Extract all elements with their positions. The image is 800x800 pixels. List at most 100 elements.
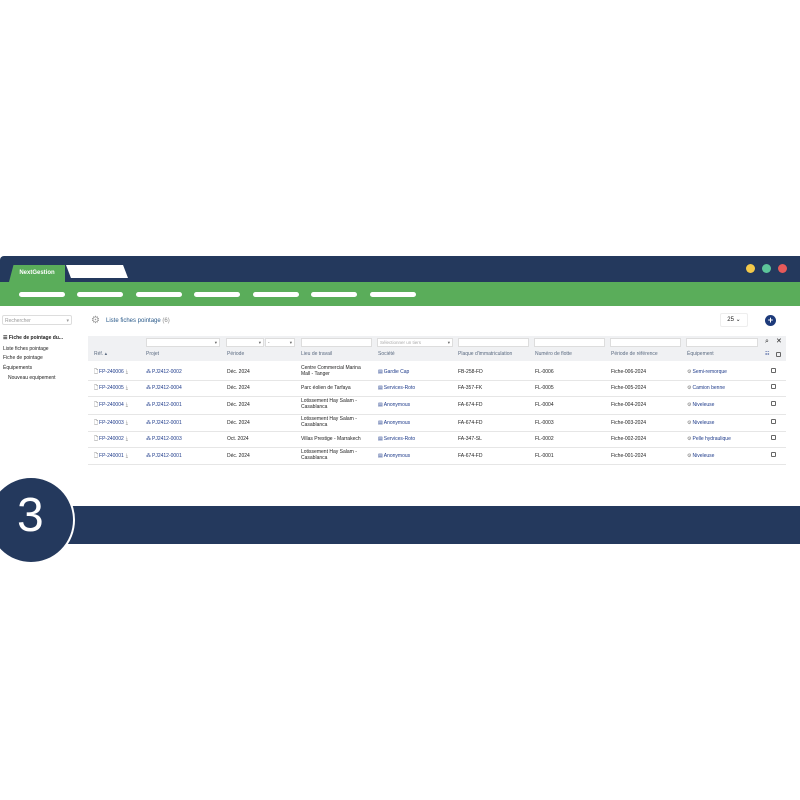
menu-item-7[interactable] [370, 292, 416, 297]
building-icon: ▤ [378, 452, 383, 459]
filter-flotte-input[interactable] [534, 338, 605, 347]
page-size-select[interactable]: 25 ⌄ [720, 313, 748, 327]
projet-link: PJ2412-0004 [152, 385, 182, 391]
filter-societe-select[interactable]: Sélectionner un tiers ▾ [377, 338, 453, 347]
lieu-cell: Lotissement Hay Salam - Casablanca [301, 398, 357, 410]
societe-link: Services-Roto [383, 436, 416, 442]
menu-item-5[interactable] [253, 292, 299, 297]
filter-projet-input[interactable]: ▾ [146, 338, 220, 347]
window-minimize-dot[interactable] [746, 264, 755, 273]
row-checkbox[interactable] [771, 401, 776, 406]
row-checkbox[interactable] [771, 384, 776, 389]
download-icon[interactable]: ⤓ [126, 369, 128, 375]
table-row[interactable] [88, 414, 786, 432]
flotte-cell: FL-0006 [535, 369, 554, 375]
sidebar-item-nouveau-equipement[interactable]: Nouveau equipement [8, 375, 56, 381]
table-row[interactable] [88, 447, 786, 465]
select-all-checkbox[interactable] [776, 352, 781, 357]
equipement-cell[interactable]: ⚙Semi-remorque [687, 369, 727, 375]
dash-text: - [268, 340, 270, 345]
equipement-link: Niveleuse [692, 419, 715, 426]
column-list-icon[interactable]: ☷ [765, 351, 769, 357]
menu-item-3[interactable] [136, 292, 182, 297]
menu-item-1[interactable] [19, 292, 65, 297]
equipement-cell[interactable]: ⚙Niveleuse [687, 420, 714, 426]
tab-nextgestion[interactable]: NextGestion [9, 265, 65, 282]
filter-plaque-input[interactable] [458, 338, 529, 347]
table-row[interactable] [88, 380, 786, 397]
sidebar-item-fiche-pointage[interactable]: Fiche de pointage [3, 355, 43, 361]
lieu-line-2: Mall - Tanger [301, 371, 330, 377]
filter-ref-periode-input[interactable] [610, 338, 681, 347]
ref-cell[interactable]: 🗋FP-240004 ⤓ [94, 402, 129, 408]
societe-cell[interactable]: ▤Anonymous [378, 402, 410, 408]
column-header-plaque[interactable]: Plaque d'immatriculation [458, 351, 512, 357]
projet-cell[interactable]: ⁂PJ2412-0002 [146, 369, 182, 375]
download-icon[interactable]: ⤓ [126, 385, 128, 391]
row-checkbox[interactable] [771, 451, 776, 457]
ref-periode-cell: Fiche-004-2024 [611, 402, 646, 408]
file-icon: 🗋 [94, 452, 99, 459]
equipement-cell[interactable]: ⚙Pelle hydraulique [687, 436, 731, 442]
societe-cell[interactable]: ▤Anonymous [378, 453, 410, 459]
ref-cell[interactable]: 🗋FP-240001 ⤓ [94, 453, 129, 459]
column-header-societe[interactable]: Société [378, 351, 395, 357]
add-button[interactable]: + [765, 315, 776, 326]
window-close-dot[interactable] [778, 264, 787, 273]
column-header-projet[interactable]: Projet [146, 351, 159, 357]
ref-cell[interactable]: 🗋FP-240005 ⤓ [94, 385, 129, 391]
column-header-flotte[interactable]: Numéro de flotte [535, 351, 572, 357]
project-icon: ⁂ [146, 385, 151, 391]
equipement-cell[interactable]: ⚙Niveleuse [687, 453, 714, 459]
column-header-ref[interactable]: Réf. ▴ [94, 351, 107, 357]
ref-link: FP-240006 [99, 368, 124, 375]
table-row[interactable] [88, 396, 786, 415]
menu-item-2[interactable] [77, 292, 123, 297]
download-icon[interactable]: ⤓ [126, 436, 128, 442]
equipement-cell[interactable]: ⚙Camion benne [687, 385, 725, 391]
row-checkbox[interactable] [771, 367, 776, 373]
download-icon[interactable]: ⤓ [126, 420, 128, 426]
sidebar-item-fiche-pointage-du[interactable]: ☰ Fiche de pointage du... [3, 335, 63, 341]
filter-lieu-input[interactable] [301, 338, 372, 347]
download-icon[interactable]: ⤓ [126, 402, 128, 408]
ref-cell[interactable]: 🗋FP-240003 ⤓ [94, 420, 129, 426]
societe-cell[interactable]: ▤Gardie Cap [378, 369, 409, 375]
window-maximize-dot[interactable] [762, 264, 771, 273]
projet-cell[interactable]: ⁂PJ2412-0001 [146, 402, 182, 408]
project-icon: ⁂ [146, 419, 151, 426]
ref-cell[interactable]: 🗋FP-240006 ⤓ [94, 369, 129, 375]
menu-item-4[interactable] [194, 292, 240, 297]
ref-cell[interactable]: 🗋FP-240002 ⤓ [94, 436, 129, 442]
projet-cell[interactable]: ⁂PJ2412-0001 [146, 453, 182, 459]
projet-cell[interactable]: ⁂PJ2412-0004 [146, 385, 182, 391]
close-icon[interactable]: ✕ [776, 338, 782, 345]
tab-blank[interactable] [66, 265, 128, 278]
column-header-equipement[interactable]: Équipement [687, 351, 714, 357]
sidebar-item-equipements[interactable]: Équipements [3, 365, 32, 371]
equipement-cell[interactable]: ⚙Niveleuse [687, 402, 714, 408]
table-row[interactable] [88, 363, 786, 381]
column-header-lieu[interactable]: Lieu de travail [301, 351, 332, 357]
search-icon[interactable]: ⌕ [765, 338, 769, 345]
societe-cell[interactable]: ▤Services-Roto [378, 436, 415, 442]
table-row[interactable] [88, 431, 786, 448]
filter-periode-month-select[interactable]: ▾ [226, 338, 264, 347]
projet-link: PJ2412-0002 [152, 368, 182, 375]
menu-item-6[interactable] [311, 292, 357, 297]
sidebar-item-liste-fiches[interactable]: Liste fiches pointage [3, 346, 49, 352]
projet-cell[interactable]: ⁂PJ2412-0001 [146, 420, 182, 426]
lieu-cell: Centre Commercial Marina Mall - Tanger [301, 365, 361, 377]
projet-cell[interactable]: ⁂PJ2412-0003 [146, 436, 182, 442]
flotte-text: FL-0002 [535, 436, 554, 442]
societe-cell[interactable]: ▤Anonymous [378, 420, 410, 426]
filter-equipement-input[interactable] [686, 338, 758, 347]
download-icon[interactable]: ⤓ [126, 453, 128, 459]
column-header-ref-periode[interactable]: Période de référence [611, 351, 658, 357]
row-checkbox[interactable] [771, 418, 776, 424]
filter-periode-year-select[interactable]: - ▾ [265, 338, 295, 347]
column-header-periode[interactable]: Période [227, 351, 244, 357]
row-checkbox[interactable] [771, 435, 776, 440]
sidebar-search-input[interactable]: Rechercher ▾ [2, 315, 72, 325]
societe-cell[interactable]: ▤Services-Roto [378, 385, 415, 391]
